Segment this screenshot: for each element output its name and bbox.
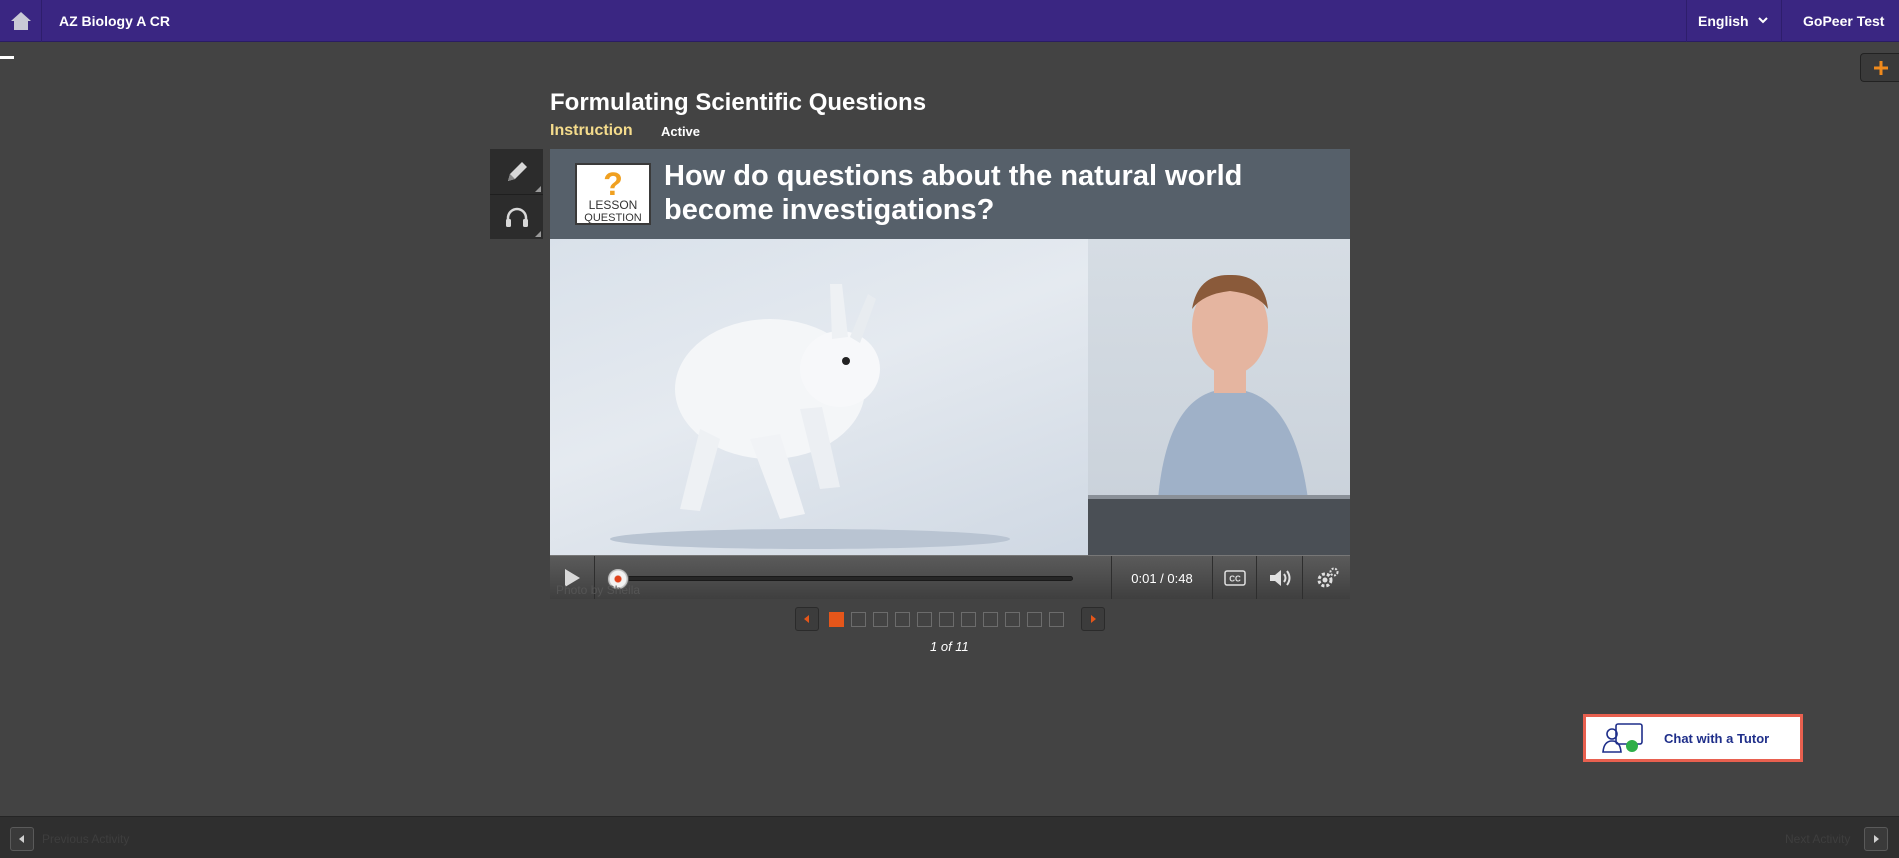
slide-indicator[interactable] — [1005, 611, 1020, 627]
video-player[interactable]: ? LESSON QUESTION How do questions about… — [550, 149, 1350, 599]
svg-text:QUESTION: QUESTION — [584, 212, 642, 223]
volume-icon — [1269, 570, 1290, 586]
language-select[interactable]: English — [1686, 0, 1782, 42]
settings-button[interactable] — [1303, 556, 1350, 599]
footer-bar: Previous Activity Next Activity — [0, 816, 1899, 858]
slide-indicator[interactable] — [895, 611, 910, 627]
chevron-left-icon — [19, 835, 24, 843]
chevron-right-icon — [1091, 615, 1096, 623]
slide-indicator[interactable] — [829, 611, 844, 627]
lesson-question-banner: ? LESSON QUESTION How do questions about… — [550, 149, 1350, 239]
collapse-icon[interactable] — [0, 56, 14, 59]
audio-tool-button[interactable] — [490, 194, 543, 239]
slide-indicator[interactable] — [939, 611, 954, 627]
chat-label: Chat with a Tutor — [1664, 730, 1770, 746]
page-title: Formulating Scientific Questions — [550, 89, 927, 116]
previous-slide-button[interactable] — [795, 607, 819, 631]
home-icon — [10, 12, 31, 30]
time-display: 0:01 / 0:48 — [1111, 556, 1213, 599]
svg-text:CC: CC — [1229, 575, 1241, 584]
language-label: English — [1698, 13, 1749, 29]
tool-palette — [490, 149, 543, 239]
slide-indicator[interactable] — [1049, 611, 1064, 627]
top-bar: AZ Biology A CR English GoPeer Test — [0, 0, 1899, 42]
chat-with-tutor-button[interactable]: Chat with a Tutor — [1583, 714, 1803, 762]
slide-indicators — [829, 611, 1071, 627]
page-counter: 1 of 11 — [930, 639, 969, 654]
slide-indicator[interactable] — [917, 611, 932, 627]
seek-bar[interactable] — [607, 568, 1073, 590]
video-controls: 0:01 / 0:48 CC — [550, 555, 1350, 599]
tutor-chat-icon — [1602, 722, 1644, 754]
course-title: AZ Biology A CR — [59, 13, 170, 29]
lesson-question-logo: ? LESSON QUESTION — [575, 163, 651, 225]
corner-indicator — [535, 231, 541, 237]
volume-button[interactable] — [1257, 556, 1303, 599]
slide-indicator[interactable] — [961, 611, 976, 627]
chevron-down-icon — [1758, 17, 1768, 24]
previous-activity-label[interactable]: Previous Activity — [42, 832, 129, 846]
pencil-icon — [507, 161, 527, 181]
captions-button[interactable]: CC — [1213, 556, 1257, 599]
chevron-right-icon — [1874, 835, 1879, 843]
next-activity-button[interactable] — [1864, 827, 1888, 851]
annotate-tool-button[interactable] — [490, 149, 543, 194]
headphones-icon — [505, 207, 528, 227]
expand-panel-button[interactable] — [1860, 53, 1899, 82]
lesson-question-text: How do questions about the natural world… — [664, 160, 1243, 226]
corner-indicator — [535, 186, 541, 192]
slide-indicator[interactable] — [983, 611, 998, 627]
chevron-left-icon — [804, 615, 809, 623]
svg-text:LESSON: LESSON — [589, 198, 638, 212]
plus-icon — [1873, 60, 1888, 75]
status-badge: Active — [661, 124, 701, 139]
home-button[interactable] — [0, 0, 42, 42]
arctic-hare-photo — [550, 239, 1088, 555]
svg-text:?: ? — [603, 166, 623, 202]
user-name[interactable]: GoPeer Test — [1803, 13, 1884, 29]
slide-indicator[interactable] — [851, 611, 866, 627]
slide-pager — [795, 607, 1105, 631]
slide-indicator[interactable] — [873, 611, 888, 627]
next-slide-button[interactable] — [1081, 607, 1105, 631]
previous-activity-button[interactable] — [10, 827, 34, 851]
slide-indicator[interactable] — [1027, 611, 1042, 627]
next-activity-label[interactable]: Next Activity — [1785, 832, 1850, 846]
gear-icon — [1317, 567, 1338, 588]
photo-credit: Photo by Sheila — [556, 583, 641, 597]
tab-instruction[interactable]: Instruction — [550, 122, 633, 140]
cc-icon: CC — [1223, 570, 1246, 586]
lectern — [1088, 495, 1350, 555]
